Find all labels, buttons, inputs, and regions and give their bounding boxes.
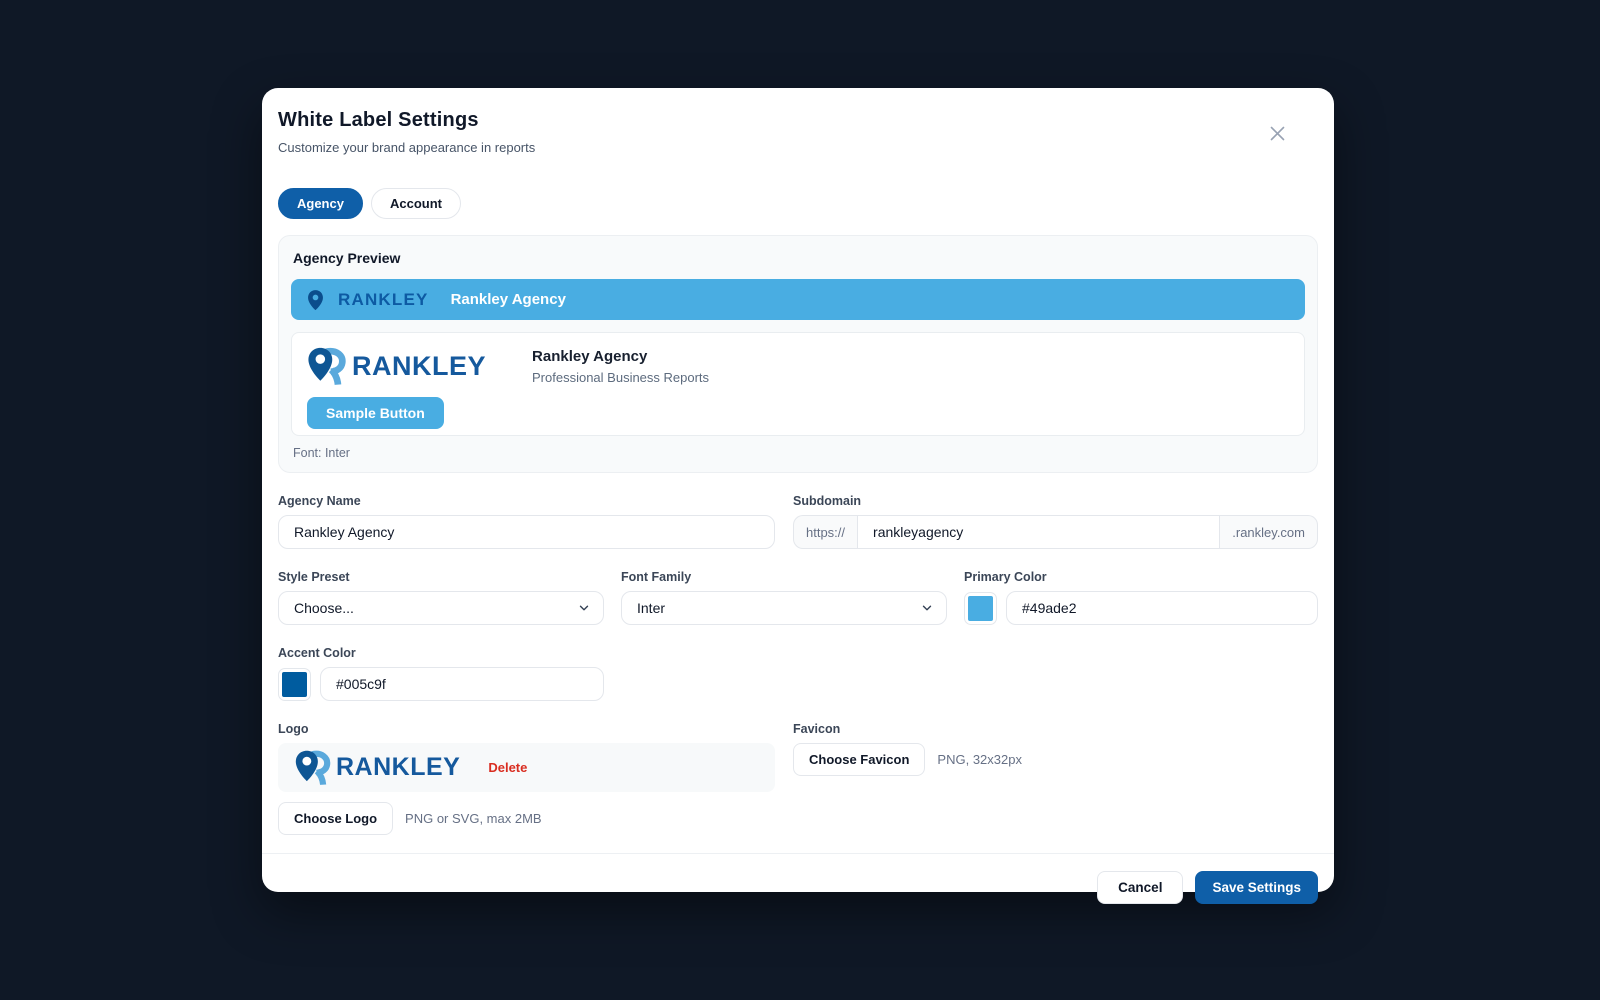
preview-header-bar: RANKLEY Rankley Agency: [291, 279, 1305, 320]
rankley-logo: RANKLEY: [306, 346, 486, 386]
subdomain-field: Subdomain https:// .rankley.com: [793, 494, 1318, 549]
subdomain-input[interactable]: [857, 515, 1220, 549]
white-label-settings-modal: White Label Settings Customize your bran…: [262, 88, 1334, 892]
font-family-select[interactable]: Inter: [621, 591, 947, 625]
accent-color-swatch[interactable]: [278, 668, 311, 701]
favicon-field: Favicon Choose Favicon PNG, 32x32px: [793, 722, 1318, 835]
choose-favicon-button[interactable]: Choose Favicon: [793, 743, 925, 776]
modal-content: Agency Preview RANKLEY Rankley Agency: [262, 219, 1334, 835]
agency-name-label: Agency Name: [278, 494, 775, 508]
choose-logo-button[interactable]: Choose Logo: [278, 802, 393, 835]
primary-color-swatch[interactable]: [964, 592, 997, 625]
favicon-label: Favicon: [793, 722, 1318, 736]
accent-color-input[interactable]: [320, 667, 604, 701]
modal-footer: Cancel Save Settings: [262, 853, 1334, 920]
font-family-field: Font Family Inter: [621, 570, 947, 625]
tab-agency[interactable]: Agency: [278, 188, 363, 219]
modal-subtitle: Customize your brand appearance in repor…: [278, 140, 1318, 155]
rankley-wordmark: RANKLEY: [352, 351, 486, 382]
accent-color-field: Accent Color: [278, 646, 604, 701]
font-family-label: Font Family: [621, 570, 947, 584]
modal-header: White Label Settings Customize your bran…: [262, 88, 1334, 172]
subdomain-suffix: .rankley.com: [1220, 515, 1318, 549]
preview-bar-agency-name: Rankley Agency: [451, 291, 566, 308]
primary-color-label: Primary Color: [964, 570, 1318, 584]
logo-preview-box: RANKLEY Delete: [278, 743, 775, 792]
delete-logo-button[interactable]: Delete: [488, 760, 527, 775]
style-preset-value: Choose...: [294, 600, 354, 616]
cancel-button[interactable]: Cancel: [1097, 871, 1183, 904]
agency-name-field: Agency Name: [278, 494, 775, 549]
agency-preview-heading: Agency Preview: [291, 250, 1305, 266]
save-settings-button[interactable]: Save Settings: [1195, 871, 1318, 904]
agency-preview-panel: Agency Preview RANKLEY Rankley Agency: [278, 235, 1318, 473]
sample-button[interactable]: Sample Button: [307, 397, 444, 429]
agency-name-input[interactable]: [278, 515, 775, 549]
preview-font-note: Font: Inter: [291, 446, 1305, 460]
preview-bar-wordmark: RANKLEY: [338, 290, 429, 310]
logo-hint: PNG or SVG, max 2MB: [405, 811, 542, 826]
page-title: White Label Settings: [278, 109, 1318, 132]
primary-color-field: Primary Color: [964, 570, 1318, 625]
style-preset-field: Style Preset Choose...: [278, 570, 604, 625]
chevron-down-icon: [577, 601, 591, 615]
chevron-down-icon: [920, 601, 934, 615]
subdomain-prefix: https://: [793, 515, 857, 549]
logo-field: Logo RANKLEY Delete Choose Logo: [278, 722, 775, 835]
tab-bar: Agency Account: [262, 172, 1334, 219]
rankley-wordmark: RANKLEY: [336, 753, 460, 782]
subdomain-label: Subdomain: [793, 494, 1318, 508]
logo-label: Logo: [278, 722, 775, 736]
close-icon[interactable]: [1266, 122, 1288, 144]
map-pin-icon: [307, 289, 324, 311]
tab-account[interactable]: Account: [371, 188, 461, 219]
rankley-pin-icon: [306, 346, 348, 386]
primary-color-input[interactable]: [1006, 591, 1318, 625]
style-preset-select[interactable]: Choose...: [278, 591, 604, 625]
rankley-pin-icon: [294, 749, 332, 786]
accent-color-label: Accent Color: [278, 646, 604, 660]
rankley-logo: RANKLEY: [294, 749, 460, 786]
preview-card: RANKLEY Rankley Agency Professional Busi…: [291, 332, 1305, 436]
style-preset-label: Style Preset: [278, 570, 604, 584]
favicon-hint: PNG, 32x32px: [937, 752, 1022, 767]
preview-card-subtitle: Professional Business Reports: [532, 370, 709, 385]
preview-card-title: Rankley Agency: [532, 348, 709, 365]
font-family-value: Inter: [637, 600, 665, 616]
